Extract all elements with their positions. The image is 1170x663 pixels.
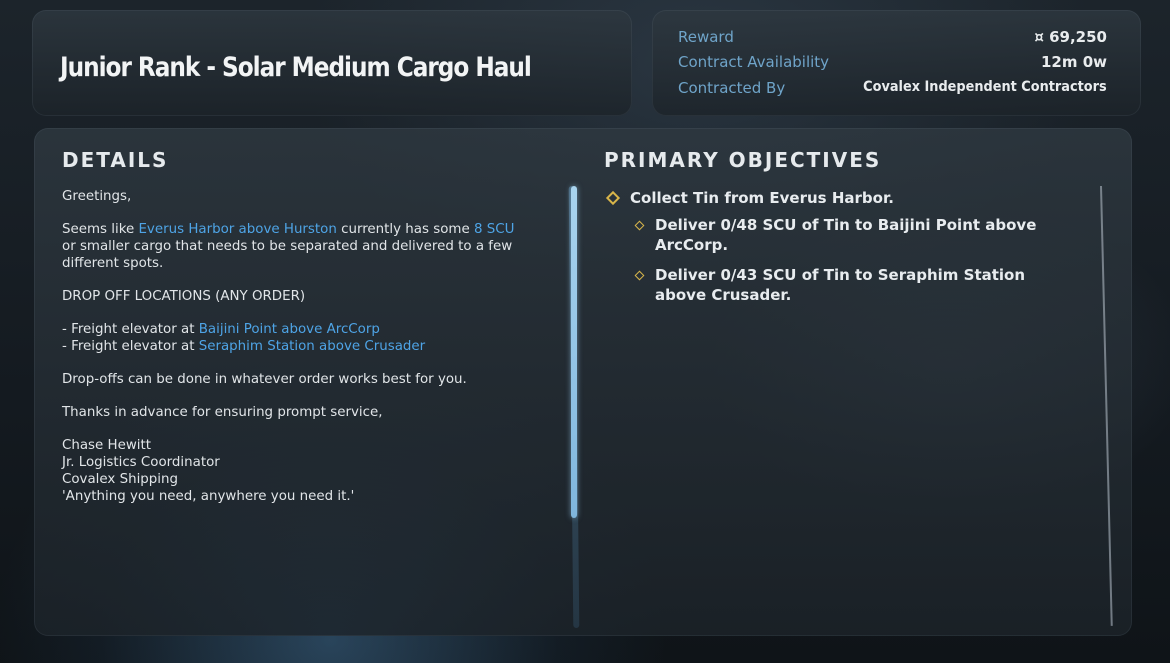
objective-primary: Collect Tin from Everus Harbor. [604,188,1074,208]
objectives-list: Collect Tin from Everus Harbor. Deliver … [604,188,1074,315]
order-note: Drop-offs can be done in whatever order … [62,372,467,387]
objectives-scrollbar-edge [1100,185,1113,626]
reward-value: ¤ 69,250 [1034,28,1107,46]
details-paragraph: Seems like Everus Harbor above Hurston c… [62,221,517,272]
contracted-by-value: Covalex Independent Contractors [863,79,1107,95]
thanks-line: Thanks in advance for ensuring prompt se… [62,405,383,420]
objective-primary-text: Collect Tin from Everus Harbor. [630,189,894,207]
objective-sub: Deliver 0/48 SCU of Tin to Baijini Point… [604,215,1074,255]
details-heading: DETAILS [62,148,169,172]
dropoff-item: - Freight elevator at Baijini Point abov… [62,321,517,338]
objective-sub-text: Deliver 0/43 SCU of Tin to Seraphim Stat… [655,266,1026,304]
signature-motto: 'Anything you need, anywhere you need it… [62,489,355,504]
greeting: Greetings, [62,189,132,204]
location-link-baijini[interactable]: Baijini Point above ArcCorp [199,322,380,337]
details-text-a: Seems like [62,222,139,237]
reward-label: Reward [678,28,734,46]
dropoff-item: - Freight elevator at Seraphim Station a… [62,338,517,355]
objective-sub-text: Deliver 0/48 SCU of Tin to Baijini Point… [655,216,1037,254]
diamond-icon [634,270,645,281]
availability-row: Contract Availability 12m 0w [652,53,1141,75]
signature-title: Jr. Logistics Coordinator [62,455,220,470]
dropoff-prefix: - Freight elevator at [62,339,199,354]
location-link-seraphim[interactable]: Seraphim Station above Crusader [199,339,425,354]
contract-main-panel: DETAILS Greetings, Seems like Everus Har… [34,128,1132,636]
availability-value: 12m 0w [1040,53,1107,71]
diamond-icon [605,190,621,206]
details-scrollbar-thumb[interactable] [571,186,577,518]
contract-info-panel: Reward ¤ 69,250 Contract Availability 12… [652,10,1141,116]
details-text-b: currently has some [336,222,474,237]
details-text-c: or smaller cargo that needs to be separa… [62,239,513,271]
mission-title: Junior Rank - Solar Medium Cargo Haul [60,52,532,83]
availability-label: Contract Availability [678,53,830,71]
contracted-by-label: Contracted By [678,79,786,97]
signature-name: Chase Hewitt [62,438,151,453]
diamond-icon [634,220,645,231]
objective-sub: Deliver 0/43 SCU of Tin to Seraphim Stat… [604,265,1074,305]
signature-company: Covalex Shipping [62,472,178,487]
dropoff-prefix: - Freight elevator at [62,322,199,337]
cargo-size-link[interactable]: 8 SCU [474,222,514,237]
dropoff-header: DROP OFF LOCATIONS (ANY ORDER) [62,289,306,304]
contracted-by-row: Contracted By Covalex Independent Contra… [652,79,1141,101]
reward-row: Reward ¤ 69,250 [652,28,1141,50]
objectives-heading: PRIMARY OBJECTIVES [604,148,882,172]
dropoff-list: - Freight elevator at Baijini Point abov… [62,321,517,355]
mission-title-panel: Junior Rank - Solar Medium Cargo Haul [32,10,632,116]
location-link-everus[interactable]: Everus Harbor above Hurston [138,222,336,237]
details-text: Greetings, Seems like Everus Harbor abov… [62,188,517,521]
signature: Chase Hewitt Jr. Logistics Coordinator C… [62,437,517,505]
